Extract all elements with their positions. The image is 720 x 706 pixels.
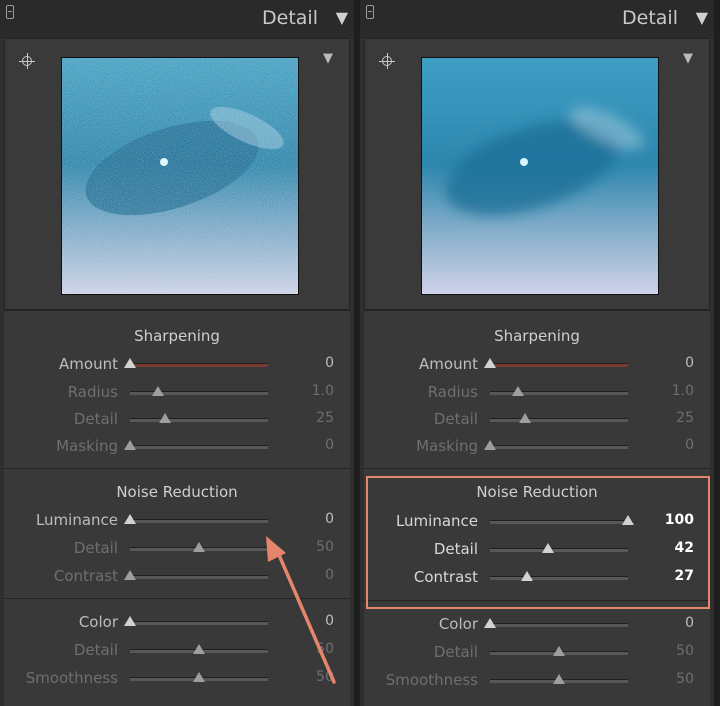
annotation-arrow-icon <box>266 536 336 684</box>
